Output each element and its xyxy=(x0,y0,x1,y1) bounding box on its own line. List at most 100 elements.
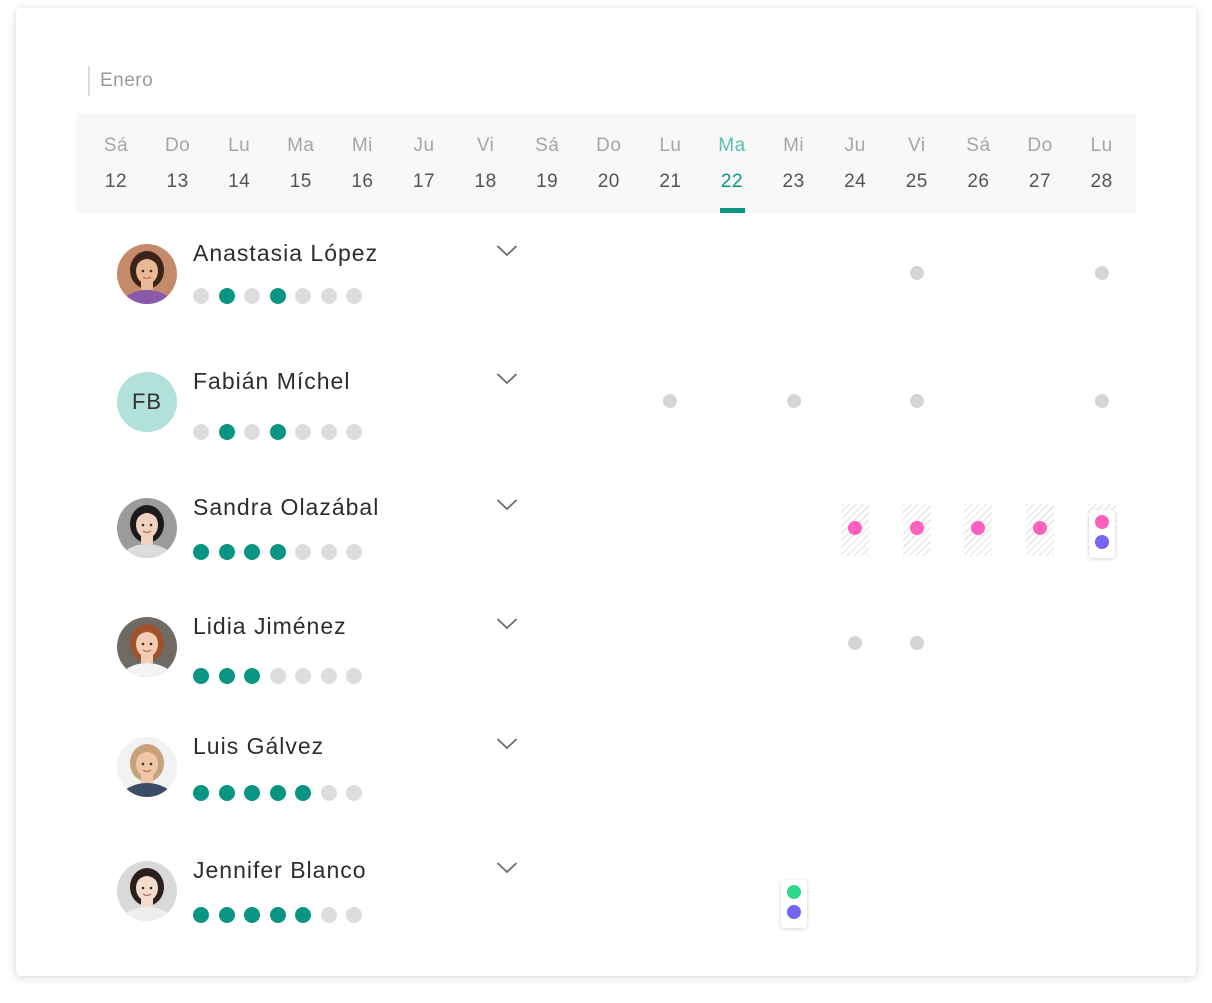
day-date: 14 xyxy=(228,171,251,192)
day-name: Ju xyxy=(413,135,435,156)
avatar xyxy=(117,617,177,677)
chevron-down-icon[interactable] xyxy=(496,372,518,386)
event-dot-purple[interactable] xyxy=(786,905,801,919)
day-column-24[interactable]: Ju 24 xyxy=(825,113,885,213)
skill-level xyxy=(193,544,372,560)
level-dot-filled xyxy=(218,424,235,440)
avatar xyxy=(117,244,177,304)
level-dot-empty xyxy=(244,424,260,440)
level-dot-empty xyxy=(295,288,311,304)
level-dot-empty xyxy=(346,544,362,560)
avatar-photo-icon xyxy=(117,737,177,797)
avatar xyxy=(117,861,177,921)
person-name: Luis Gálvez xyxy=(193,733,325,759)
day-name: Vi xyxy=(908,135,926,156)
day-column-18[interactable]: Vi 18 xyxy=(456,113,516,213)
day-name: Vi xyxy=(476,135,495,156)
event-dot-pink[interactable] xyxy=(1033,521,1047,535)
day-column-23[interactable]: Mi 23 xyxy=(764,113,824,213)
day-name: Ma xyxy=(718,135,746,156)
event-dot-green[interactable] xyxy=(786,885,801,899)
event-dot-grey[interactable] xyxy=(1094,266,1109,280)
level-dot-filled xyxy=(269,785,286,801)
day-name: Do xyxy=(164,135,191,156)
skill-level xyxy=(193,785,372,801)
level-dot-filled xyxy=(244,785,260,801)
level-dot-empty xyxy=(320,668,337,684)
day-name: Mi xyxy=(783,135,805,156)
event-dot-grey[interactable] xyxy=(786,394,801,408)
event-dot-pink[interactable] xyxy=(909,521,924,535)
avatar-photo-icon xyxy=(117,617,177,677)
chevron-down-icon[interactable] xyxy=(496,617,518,631)
skill-level xyxy=(193,907,372,923)
event-dot-purple[interactable] xyxy=(1094,535,1109,549)
level-dot-filled xyxy=(218,785,235,801)
day-date: 19 xyxy=(536,171,559,192)
day-column-22[interactable]: Ma 22 xyxy=(702,113,762,213)
event-dot-grey[interactable] xyxy=(663,394,678,408)
skill-level xyxy=(193,668,372,684)
day-name: Ju xyxy=(844,135,866,156)
level-dot-empty xyxy=(295,424,311,440)
day-column-13[interactable]: Do 13 xyxy=(148,113,208,213)
level-dot-filled xyxy=(193,668,209,684)
day-column-25[interactable]: Vi 25 xyxy=(887,113,947,213)
event-dot-grey[interactable] xyxy=(909,636,924,650)
day-header: Sá 12 Do 13 Lu 14 Ma 15 Mi 16 Ju 17 Vi 18 Sá 19 Do 20 Lu 21… xyxy=(76,113,1136,213)
day-column-20[interactable]: Do 20 xyxy=(579,113,639,213)
level-dot-empty xyxy=(193,424,209,440)
avatar-photo-icon xyxy=(117,861,177,921)
day-column-19[interactable]: Sá 19 xyxy=(517,113,577,213)
day-column-12[interactable]: Sá 12 xyxy=(86,113,146,213)
event-dot-grey[interactable] xyxy=(1094,394,1109,408)
level-dot-filled xyxy=(218,544,235,560)
day-date: 26 xyxy=(967,171,990,192)
day-date: 16 xyxy=(351,171,374,192)
event-dot-grey[interactable] xyxy=(909,266,924,280)
day-date: 17 xyxy=(412,171,436,192)
day-column-14[interactable]: Lu 14 xyxy=(209,113,269,213)
day-name: Lu xyxy=(659,135,682,156)
person-row: Lidia Jiménez xyxy=(16,611,1196,711)
day-column-28[interactable]: Lu 28 xyxy=(1072,113,1132,213)
level-dot-filled xyxy=(193,907,209,923)
level-dot-filled xyxy=(193,544,209,560)
person-name: Jennifer Blanco xyxy=(193,857,367,883)
day-date: 24 xyxy=(844,171,867,192)
day-column-21[interactable]: Lu 21 xyxy=(640,113,700,213)
day-column-15[interactable]: Ma 15 xyxy=(271,113,331,213)
event-dot-grey[interactable] xyxy=(909,394,924,408)
level-dot-empty xyxy=(346,668,362,684)
level-dot-empty xyxy=(346,907,362,923)
event-stack[interactable] xyxy=(1088,510,1115,558)
level-dot-filled xyxy=(295,785,311,801)
chevron-down-icon[interactable] xyxy=(496,861,518,875)
day-column-27[interactable]: Do 27 xyxy=(1010,113,1070,213)
day-column-26[interactable]: Sá 26 xyxy=(948,113,1008,213)
day-name: Sá xyxy=(966,135,991,156)
person-name: Fabián Míchel xyxy=(193,368,351,394)
day-column-17[interactable]: Ju 17 xyxy=(394,113,454,213)
event-dot-pink[interactable] xyxy=(1094,515,1109,529)
day-column-16[interactable]: Mi 16 xyxy=(332,113,392,213)
chevron-down-icon[interactable] xyxy=(496,244,518,258)
level-dot-filled xyxy=(269,288,286,304)
chevron-down-icon[interactable] xyxy=(496,498,518,512)
event-stack[interactable] xyxy=(780,880,807,928)
day-date: 13 xyxy=(166,171,189,192)
level-dot-empty xyxy=(244,288,260,304)
level-dot-filled xyxy=(193,785,209,801)
level-dot-empty xyxy=(320,288,337,304)
chevron-down-icon[interactable] xyxy=(496,737,518,751)
day-date: 18 xyxy=(474,171,497,192)
skill-level xyxy=(193,424,372,440)
avatar-initials: FB xyxy=(117,372,177,432)
level-dot-empty xyxy=(320,424,337,440)
level-dot-empty xyxy=(295,668,311,684)
level-dot-empty xyxy=(193,288,209,304)
level-dot-filled xyxy=(218,668,235,684)
level-dot-empty xyxy=(320,785,337,801)
person-row: Anastasia López xyxy=(16,238,1196,338)
event-dot-grey[interactable] xyxy=(848,636,863,650)
